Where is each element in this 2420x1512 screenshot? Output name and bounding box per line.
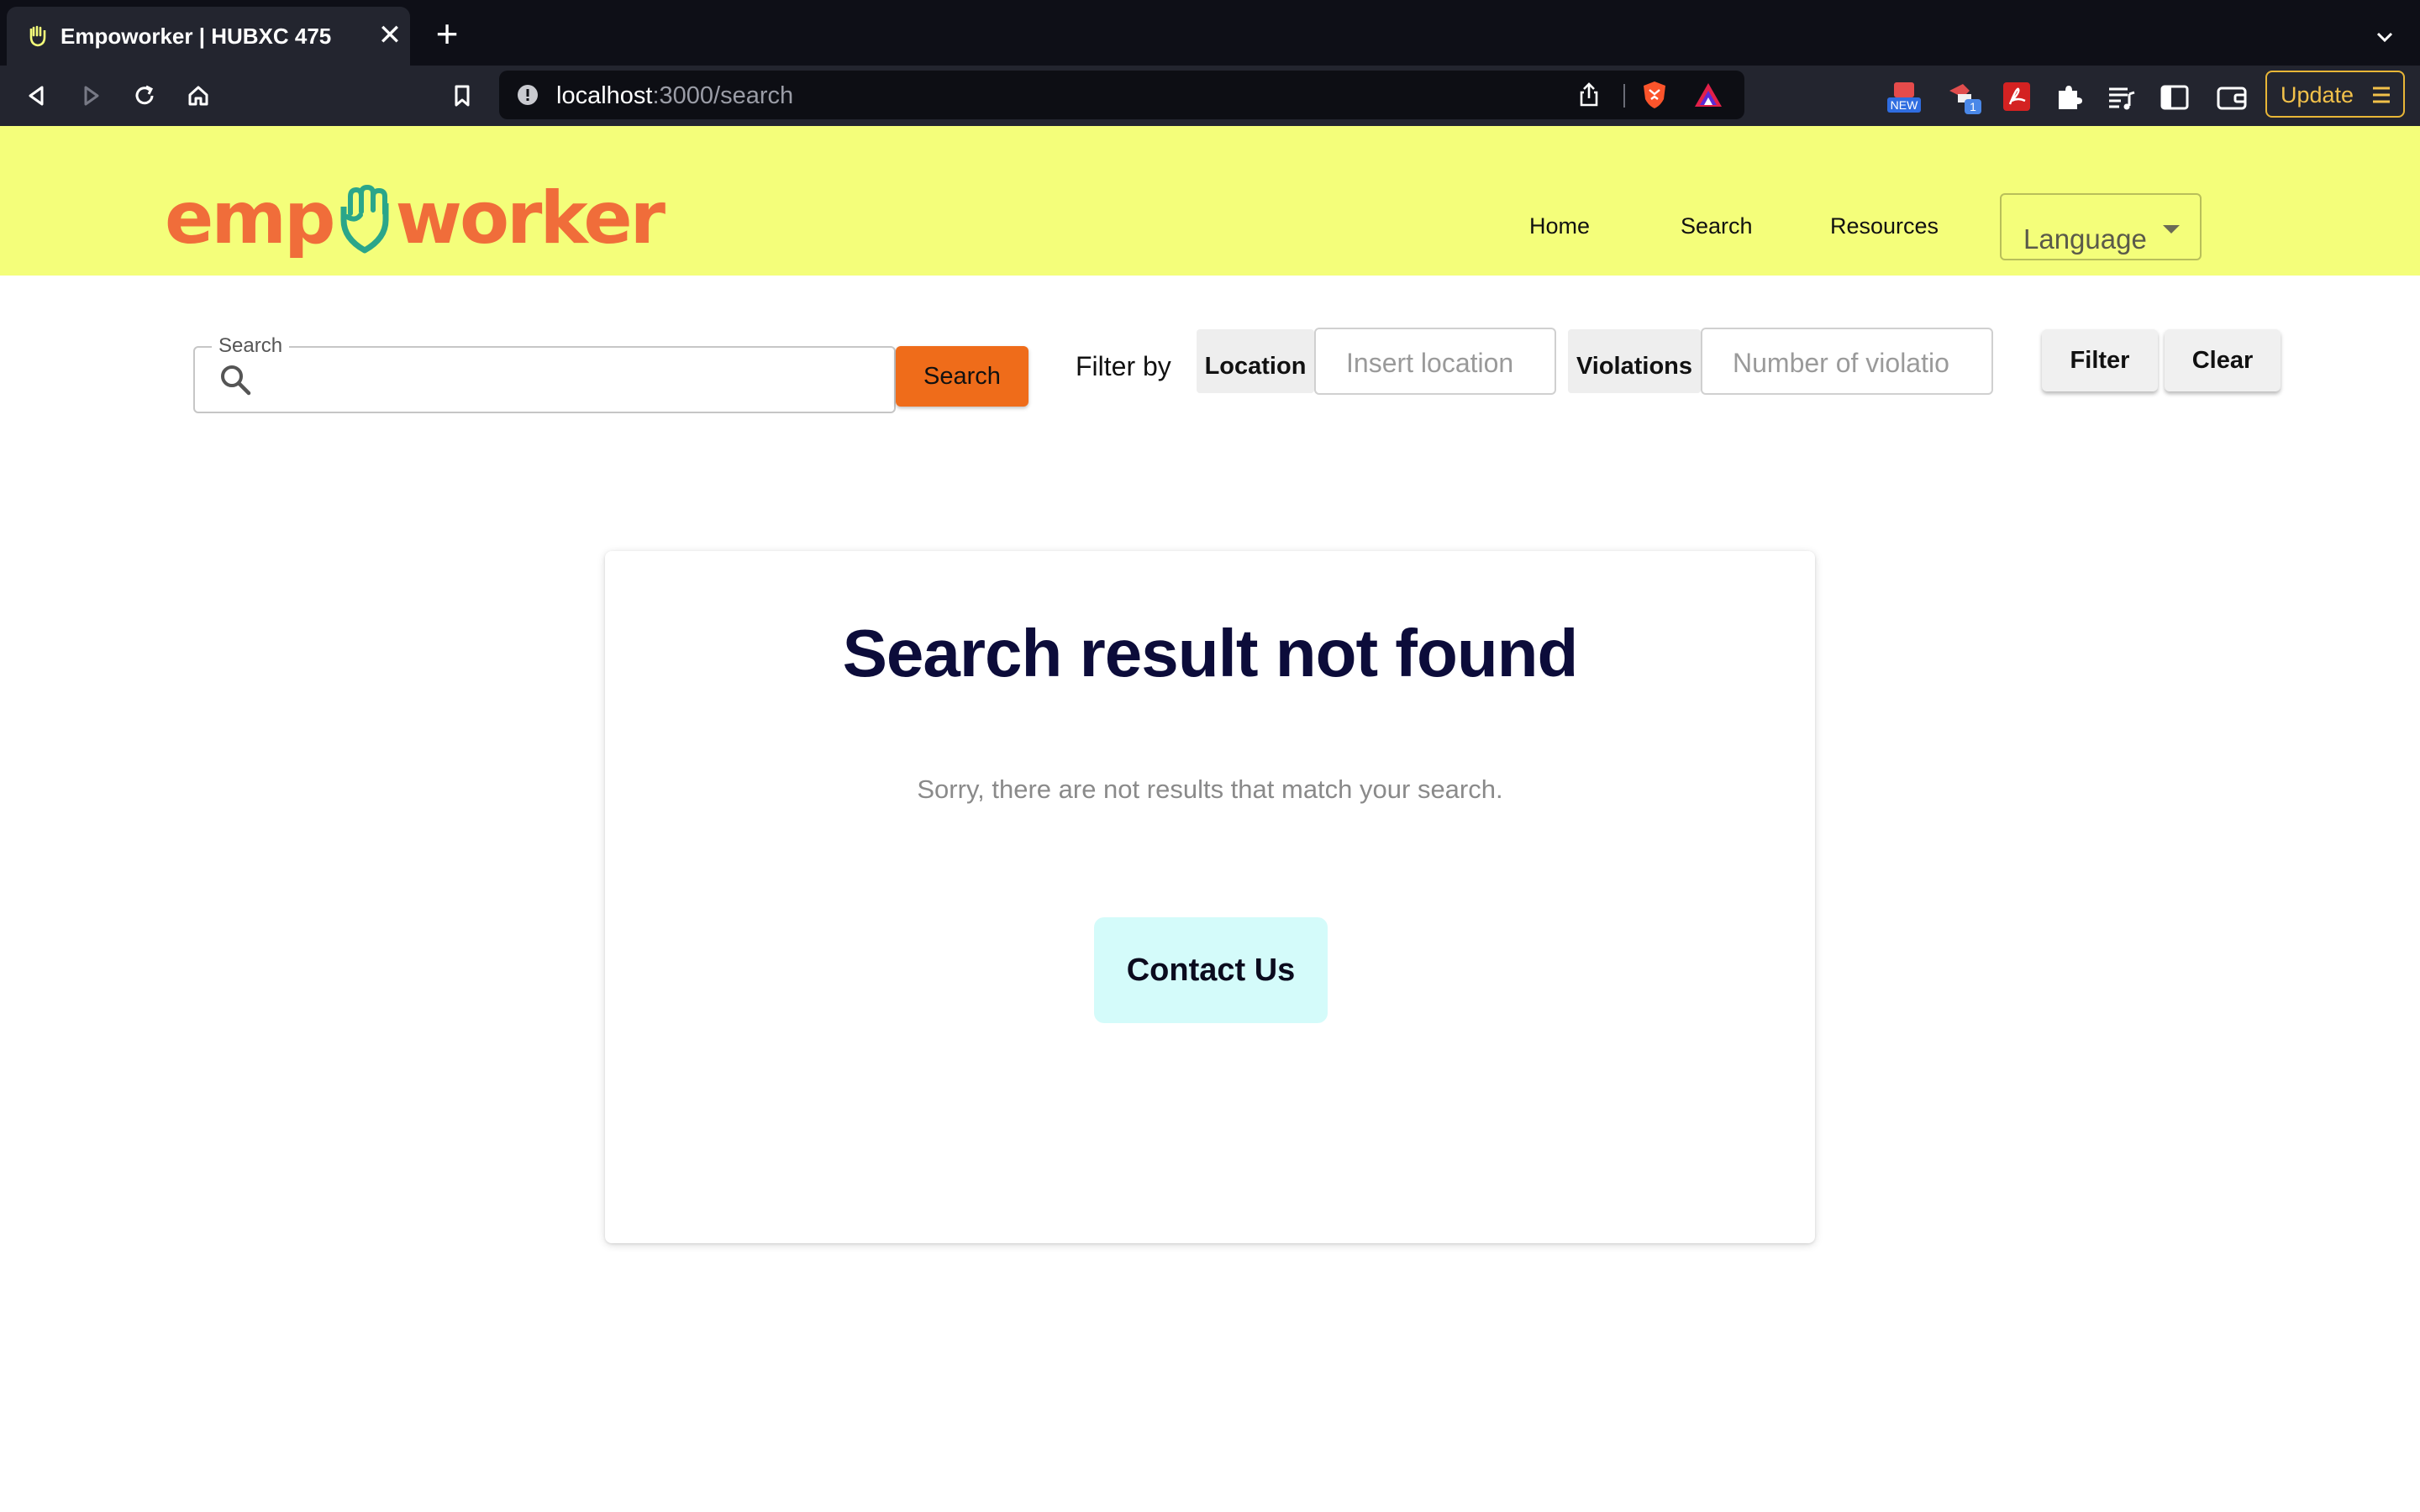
browser-tab[interactable]: Empoworker | HUBXC 475 ✕ xyxy=(7,7,410,66)
forward-icon[interactable] xyxy=(74,79,108,113)
wallet-icon[interactable] xyxy=(2213,79,2250,116)
filter-button[interactable]: Filter xyxy=(2042,329,2158,391)
brave-shields-icon[interactable] xyxy=(1639,79,1670,111)
violations-placeholder: Number of violatio xyxy=(1733,348,1949,378)
share-icon[interactable] xyxy=(1575,81,1603,109)
hamburger-menu-icon[interactable] xyxy=(2370,82,2393,108)
playlist-icon[interactable] xyxy=(2102,79,2139,116)
site-info-icon[interactable] xyxy=(516,83,539,107)
violations-input[interactable]: Number of violatio xyxy=(1701,328,1993,395)
fist-favicon-icon xyxy=(29,25,46,47)
nav-search[interactable]: Search xyxy=(1681,213,1753,239)
site-header: emp worker Home Search Resources Languag… xyxy=(0,126,2420,276)
address-bar[interactable]: localhost:3000/search xyxy=(499,71,1744,119)
empoworker-logo[interactable]: emp worker xyxy=(165,176,666,260)
puzzle-extensions-icon[interactable] xyxy=(2050,79,2087,116)
violations-filter-label: Violations xyxy=(1568,329,1701,393)
update-button[interactable]: Update xyxy=(2265,71,2405,118)
nav-resources[interactable]: Resources xyxy=(1830,213,1939,239)
back-icon[interactable] xyxy=(20,79,54,113)
search-input[interactable]: Search xyxy=(193,334,896,413)
brave-rewards-icon[interactable] xyxy=(1692,79,1724,111)
url-path: :3000/search xyxy=(652,82,794,109)
logo-text-end: worker xyxy=(395,176,666,260)
search-icon xyxy=(221,365,251,396)
url-text: localhost:3000/search xyxy=(556,82,793,110)
address-divider xyxy=(1623,84,1625,108)
no-results-message: Sorry, there are not results that match … xyxy=(917,774,1503,804)
search-button[interactable]: Search xyxy=(896,346,1028,407)
search-legend: Search xyxy=(212,334,290,358)
language-select[interactable]: Language xyxy=(2000,193,2202,260)
clear-button[interactable]: Clear xyxy=(2165,329,2281,391)
home-icon[interactable] xyxy=(182,79,215,113)
location-filter-label: Location xyxy=(1197,329,1314,393)
pdf-extension-icon[interactable] xyxy=(1998,79,2035,116)
new-badge: NEW xyxy=(1891,98,1918,112)
caret-down-icon xyxy=(2163,225,2180,234)
filter-by-label: Filter by xyxy=(1076,351,1171,381)
no-results-title: Search result not found xyxy=(842,616,1579,690)
browser-tab-bar: Empoworker | HUBXC 475 ✕ + xyxy=(0,0,2420,66)
browser-toolbar: localhost:3000/search NEW 1 Update xyxy=(0,66,2420,126)
new-tab-button[interactable]: + xyxy=(430,14,464,53)
app-root: Empoworker | HUBXC 475 ✕ + localhost:300… xyxy=(0,0,2420,1512)
no-results-card: Search result not found Sorry, there are… xyxy=(605,551,1815,1243)
location-placeholder: Insert location xyxy=(1346,348,1514,378)
logo-text-start: emp xyxy=(165,176,335,260)
reload-icon[interactable] xyxy=(128,79,161,113)
tab-title: Empoworker | HUBXC 475 xyxy=(60,24,332,49)
language-label: Language xyxy=(2023,223,2147,255)
tab-close-icon[interactable]: ✕ xyxy=(376,21,403,50)
chevron-down-icon[interactable] xyxy=(2371,24,2398,50)
count-badge: 1 xyxy=(1970,100,1976,113)
contact-us-button[interactable]: Contact Us xyxy=(1094,917,1328,1023)
update-label: Update xyxy=(2281,82,2354,108)
fist-logo-icon xyxy=(340,184,388,254)
nav-home[interactable]: Home xyxy=(1529,213,1590,239)
extension-new-icon[interactable]: NEW xyxy=(1886,79,1923,116)
extension-badge-icon[interactable]: 1 xyxy=(1946,79,1983,116)
sidebar-toggle-icon[interactable] xyxy=(2156,79,2193,116)
location-input[interactable]: Insert location xyxy=(1314,328,1556,395)
bookmark-icon[interactable] xyxy=(445,79,479,113)
url-host: localhost xyxy=(556,82,653,109)
